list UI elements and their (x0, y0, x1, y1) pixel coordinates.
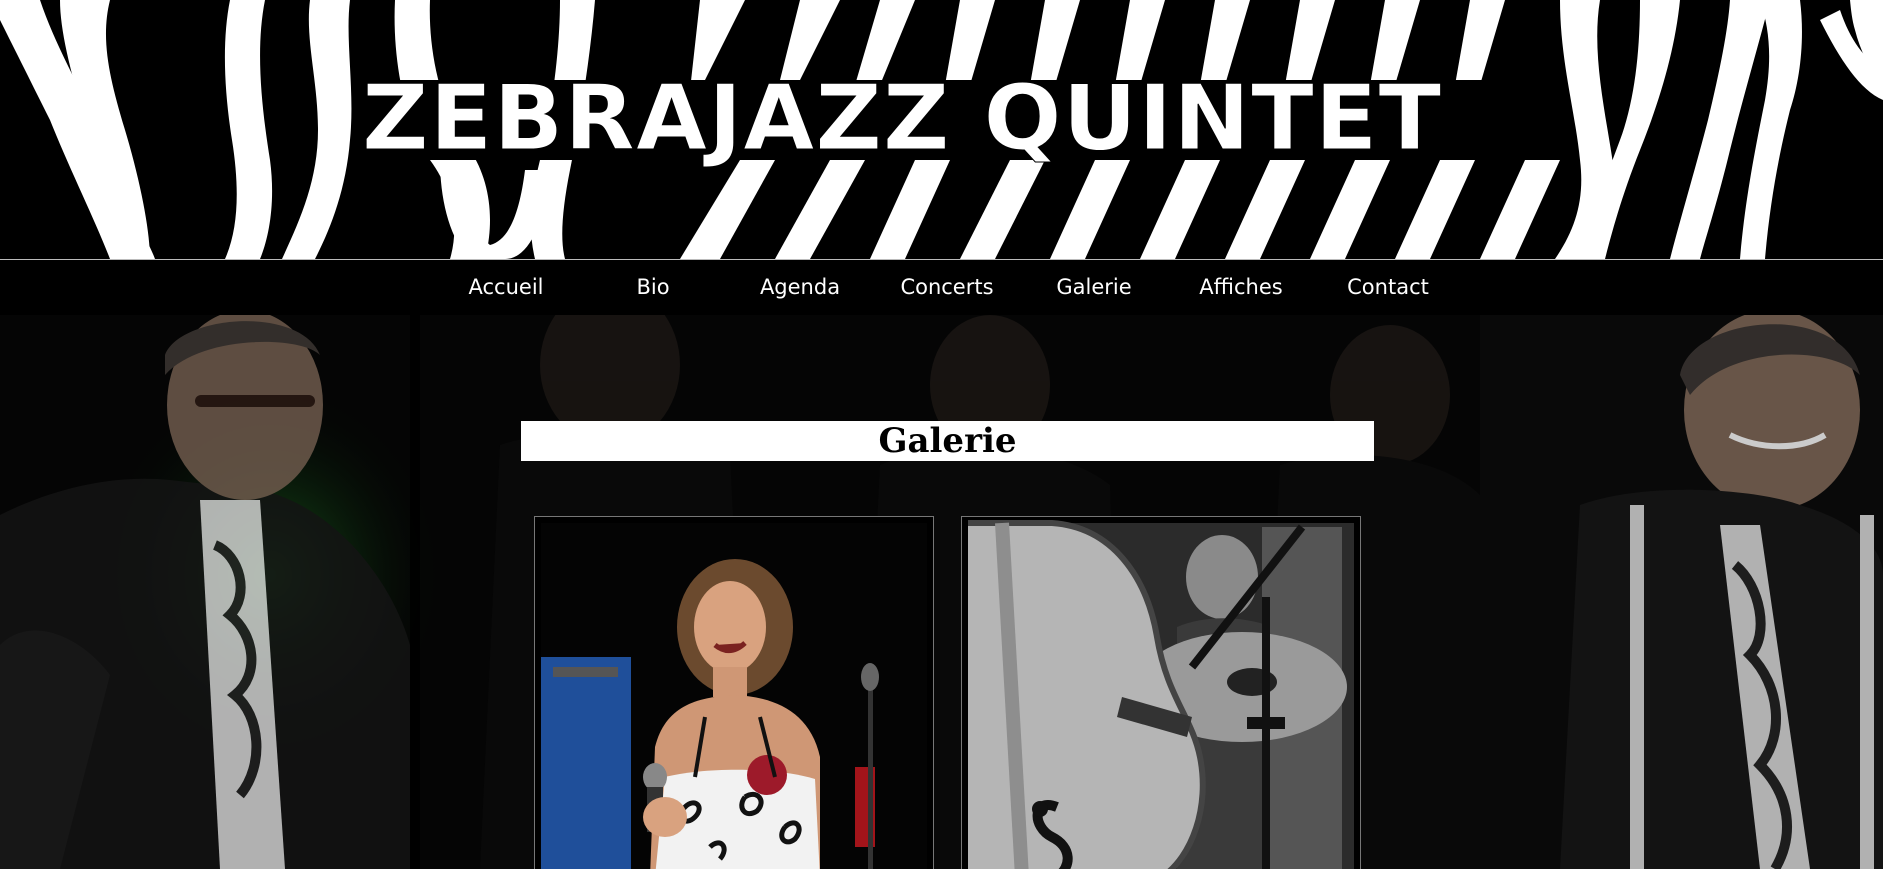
nav-item-affiches[interactable]: Affiches (1181, 260, 1301, 315)
nav-item-agenda[interactable]: Agenda (740, 260, 860, 315)
nav-item-bio[interactable]: Bio (593, 260, 713, 315)
nav-item-concerts[interactable]: Concerts (887, 260, 1007, 315)
main-content: Galerie (0, 315, 1883, 869)
main-navigation: Accueil Bio Agenda Concerts Galerie Affi… (0, 259, 1883, 316)
gallery-photo-singer[interactable] (534, 516, 934, 869)
band-background-photo (0, 315, 1883, 869)
nav-item-contact[interactable]: Contact (1328, 260, 1448, 315)
site-title: ZEBRAJAZZ QUINTET (361, 66, 1443, 171)
nav-item-accueil[interactable]: Accueil (446, 260, 566, 315)
page-heading: Galerie (878, 421, 1017, 461)
site-header: ZEBRAJAZZ QUINTET (0, 0, 1883, 259)
singer-photo (541, 523, 927, 869)
nav-item-galerie[interactable]: Galerie (1034, 260, 1154, 315)
gallery-photo-double-bass[interactable] (961, 516, 1361, 869)
page-heading-box: Galerie (521, 421, 1374, 461)
double-bass-photo (968, 520, 1354, 869)
